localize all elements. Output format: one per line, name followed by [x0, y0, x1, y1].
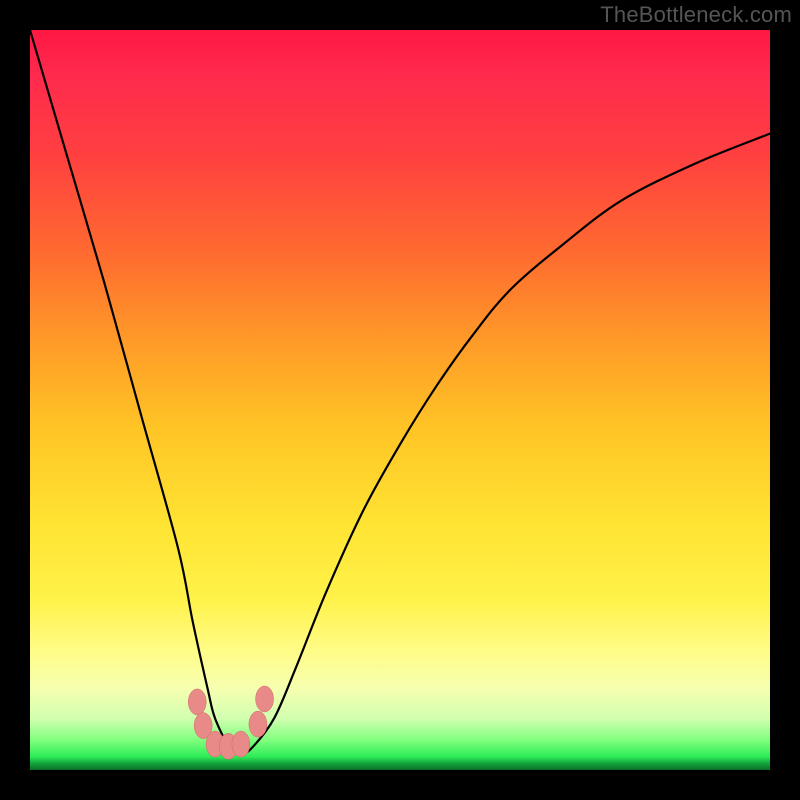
trough-bead [188, 689, 206, 715]
trough-bead [232, 731, 250, 757]
watermark-text: TheBottleneck.com [600, 2, 792, 28]
bottleneck-curve-path [30, 30, 770, 754]
plot-area [30, 30, 770, 770]
trough-bead [249, 711, 267, 737]
trough-bead [256, 686, 274, 712]
trough-markers [188, 686, 273, 759]
bottleneck-curve-svg [30, 30, 770, 770]
chart-frame: TheBottleneck.com [0, 0, 800, 800]
